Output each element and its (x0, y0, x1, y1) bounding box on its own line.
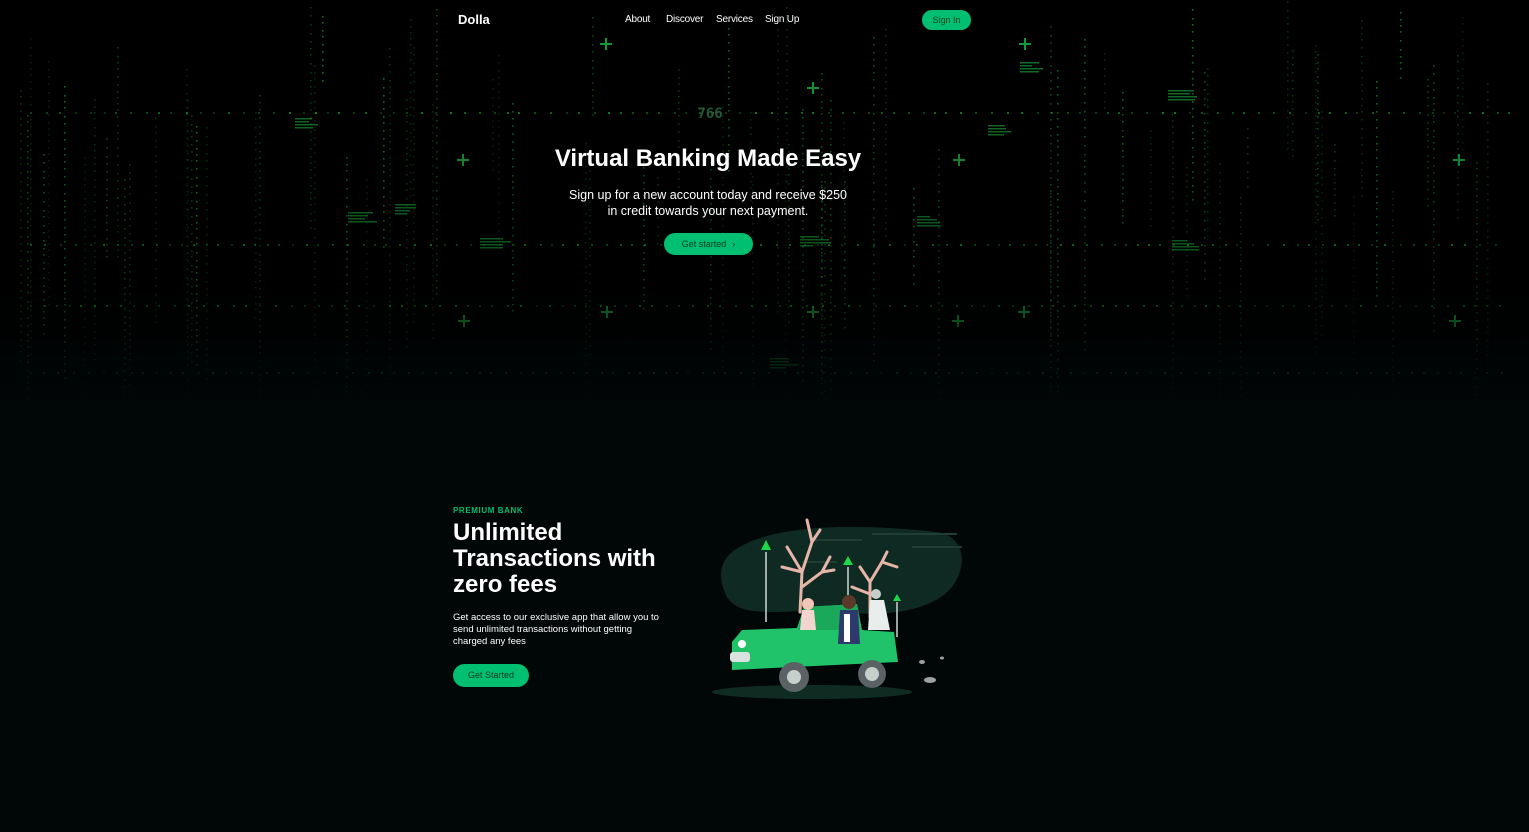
info-get-started-button[interactable]: Get Started (453, 664, 529, 687)
matrix-counter: 766 (697, 106, 722, 122)
nav-link-services[interactable]: Services (716, 14, 753, 25)
heading-line: zero fees (453, 571, 558, 598)
section-top-line: PREMIUM BANK (453, 506, 524, 515)
get-started-label: Get started (681, 239, 727, 249)
navbar: Dolla About Discover Services Sign Up Si… (0, 0, 1529, 40)
subtitle-line: send unlimited transactions without gett… (453, 624, 633, 635)
chevron-right-icon: › (732, 239, 736, 249)
subtitle-line: Get access to our exclusive app that all… (453, 612, 659, 623)
get-started-button[interactable]: Get started › (664, 233, 753, 255)
nav-link-signup[interactable]: Sign Up (765, 14, 799, 25)
nav-link-discover[interactable]: Discover (666, 14, 703, 25)
hero-subtitle: Sign up for a new account today and rece… (0, 187, 1416, 219)
heading-line: Transactions with (453, 545, 656, 572)
hero-subtitle-line: in credit towards your next payment. (607, 204, 809, 218)
section-subtitle: Get access to our exclusive app that all… (453, 612, 683, 648)
hero-subtitle-line: Sign up for a new account today and rece… (569, 188, 847, 202)
nav-link-about[interactable]: About (625, 14, 650, 25)
subtitle-line: charged any fees (453, 636, 526, 647)
logo[interactable]: Dolla (458, 12, 490, 27)
car-illustration (712, 518, 962, 699)
section-heading: Unlimited Transactions with zero fees (453, 520, 693, 598)
heading-line: Unlimited (453, 519, 563, 546)
sign-in-button[interactable]: Sign In (922, 10, 971, 30)
hero-title: Virtual Banking Made Easy (554, 145, 862, 172)
info-section: PREMIUM BANK Unlimited Transactions with… (0, 402, 1529, 832)
